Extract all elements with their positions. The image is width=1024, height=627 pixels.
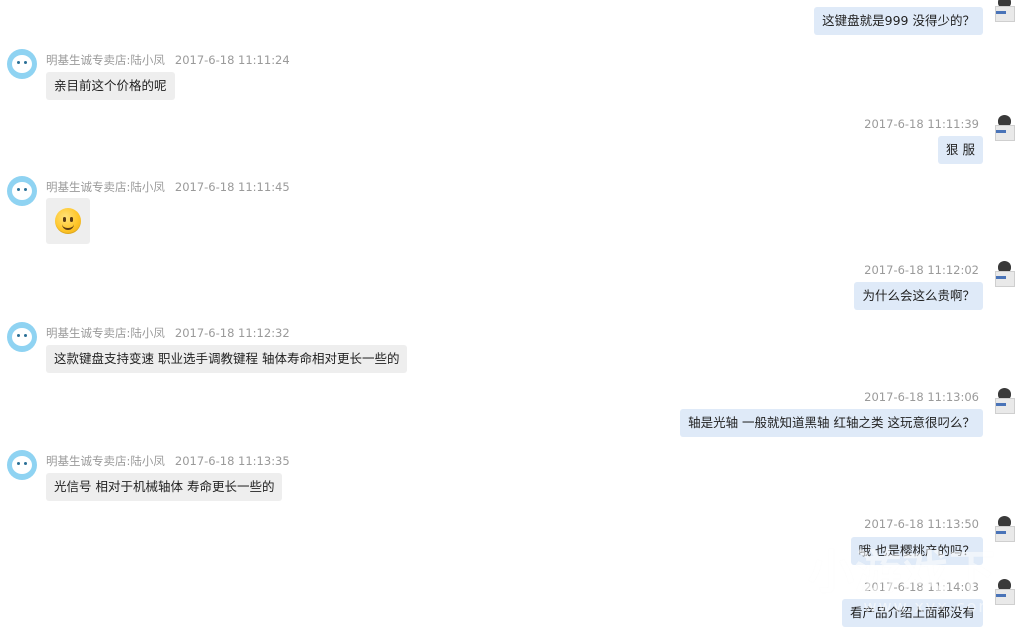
buyer-avatar[interactable]	[994, 259, 1016, 287]
timestamp: 2017-6-18 11:13:06	[864, 390, 979, 404]
message-meta: 明基生诚专卖店:陆小凤 2017-6-18 11:11:45	[46, 179, 290, 195]
seller-avatar[interactable]	[7, 176, 37, 206]
buyer-avatar[interactable]	[994, 0, 1016, 22]
sender-name: 明基生诚专卖店:陆小凤	[46, 180, 165, 194]
timestamp: 2017-6-18 11:13:50	[864, 517, 979, 531]
timestamp: 2017-6-18 11:11:39	[864, 117, 979, 131]
sender-name: 明基生诚专卖店:陆小凤	[46, 454, 165, 468]
timestamp: 2017-6-18 11:11:45	[174, 180, 290, 194]
message-bubble: 狠 服	[938, 136, 983, 164]
timestamp: 2017-6-18 11:12:02	[864, 263, 979, 277]
message-bubble: 轴是光轴 一般就知道黑轴 红轴之类 这玩意很叼么？	[680, 409, 983, 437]
timestamp: 2017-6-18 11:13:35	[174, 454, 290, 468]
buyer-avatar[interactable]	[994, 577, 1016, 605]
message-bubble: 这键盘就是999 没得少的？	[814, 7, 983, 35]
message-bubble: 光信号 相对于机械轴体 寿命更长一些的	[46, 473, 283, 501]
message-bubble: 这款键盘支持变速 职业选手调教键程 轴体寿命相对更长一些的	[46, 345, 408, 373]
message-bubble: 哦 也是樱桃产的吗？	[850, 537, 983, 565]
smile-emoji-icon	[55, 208, 81, 234]
sender-name: 明基生诚专卖店:陆小凤	[46, 53, 165, 67]
sender-name: 明基生诚专卖店:陆小凤	[46, 326, 165, 340]
chat-history: 这键盘就是999 没得少的？ 明基生诚专卖店:陆小凤 2017-6-18 11:1…	[0, 0, 1024, 627]
message-bubble: 为什么会这么贵啊？	[854, 282, 983, 310]
buyer-avatar[interactable]	[994, 113, 1016, 141]
message-meta: 明基生诚专卖店:陆小凤 2017-6-18 11:12:32	[46, 325, 290, 341]
seller-avatar[interactable]	[7, 49, 37, 79]
buyer-avatar[interactable]	[994, 386, 1016, 414]
seller-avatar[interactable]	[7, 450, 37, 480]
timestamp: 2017-6-18 11:14:03	[864, 580, 979, 594]
seller-avatar[interactable]	[7, 322, 37, 352]
timestamp: 2017-6-18 11:11:24	[174, 53, 290, 67]
message-bubble: 看产品介绍上面都没有	[841, 599, 983, 627]
message-bubble	[46, 198, 90, 244]
buyer-avatar[interactable]	[994, 514, 1016, 542]
message-meta: 明基生诚专卖店:陆小凤 2017-6-18 11:13:35	[46, 453, 290, 469]
message-meta: 明基生诚专卖店:陆小凤 2017-6-18 11:11:24	[46, 52, 290, 68]
timestamp: 2017-6-18 11:12:32	[174, 326, 290, 340]
message-bubble: 亲目前这个价格的呢	[46, 72, 175, 100]
